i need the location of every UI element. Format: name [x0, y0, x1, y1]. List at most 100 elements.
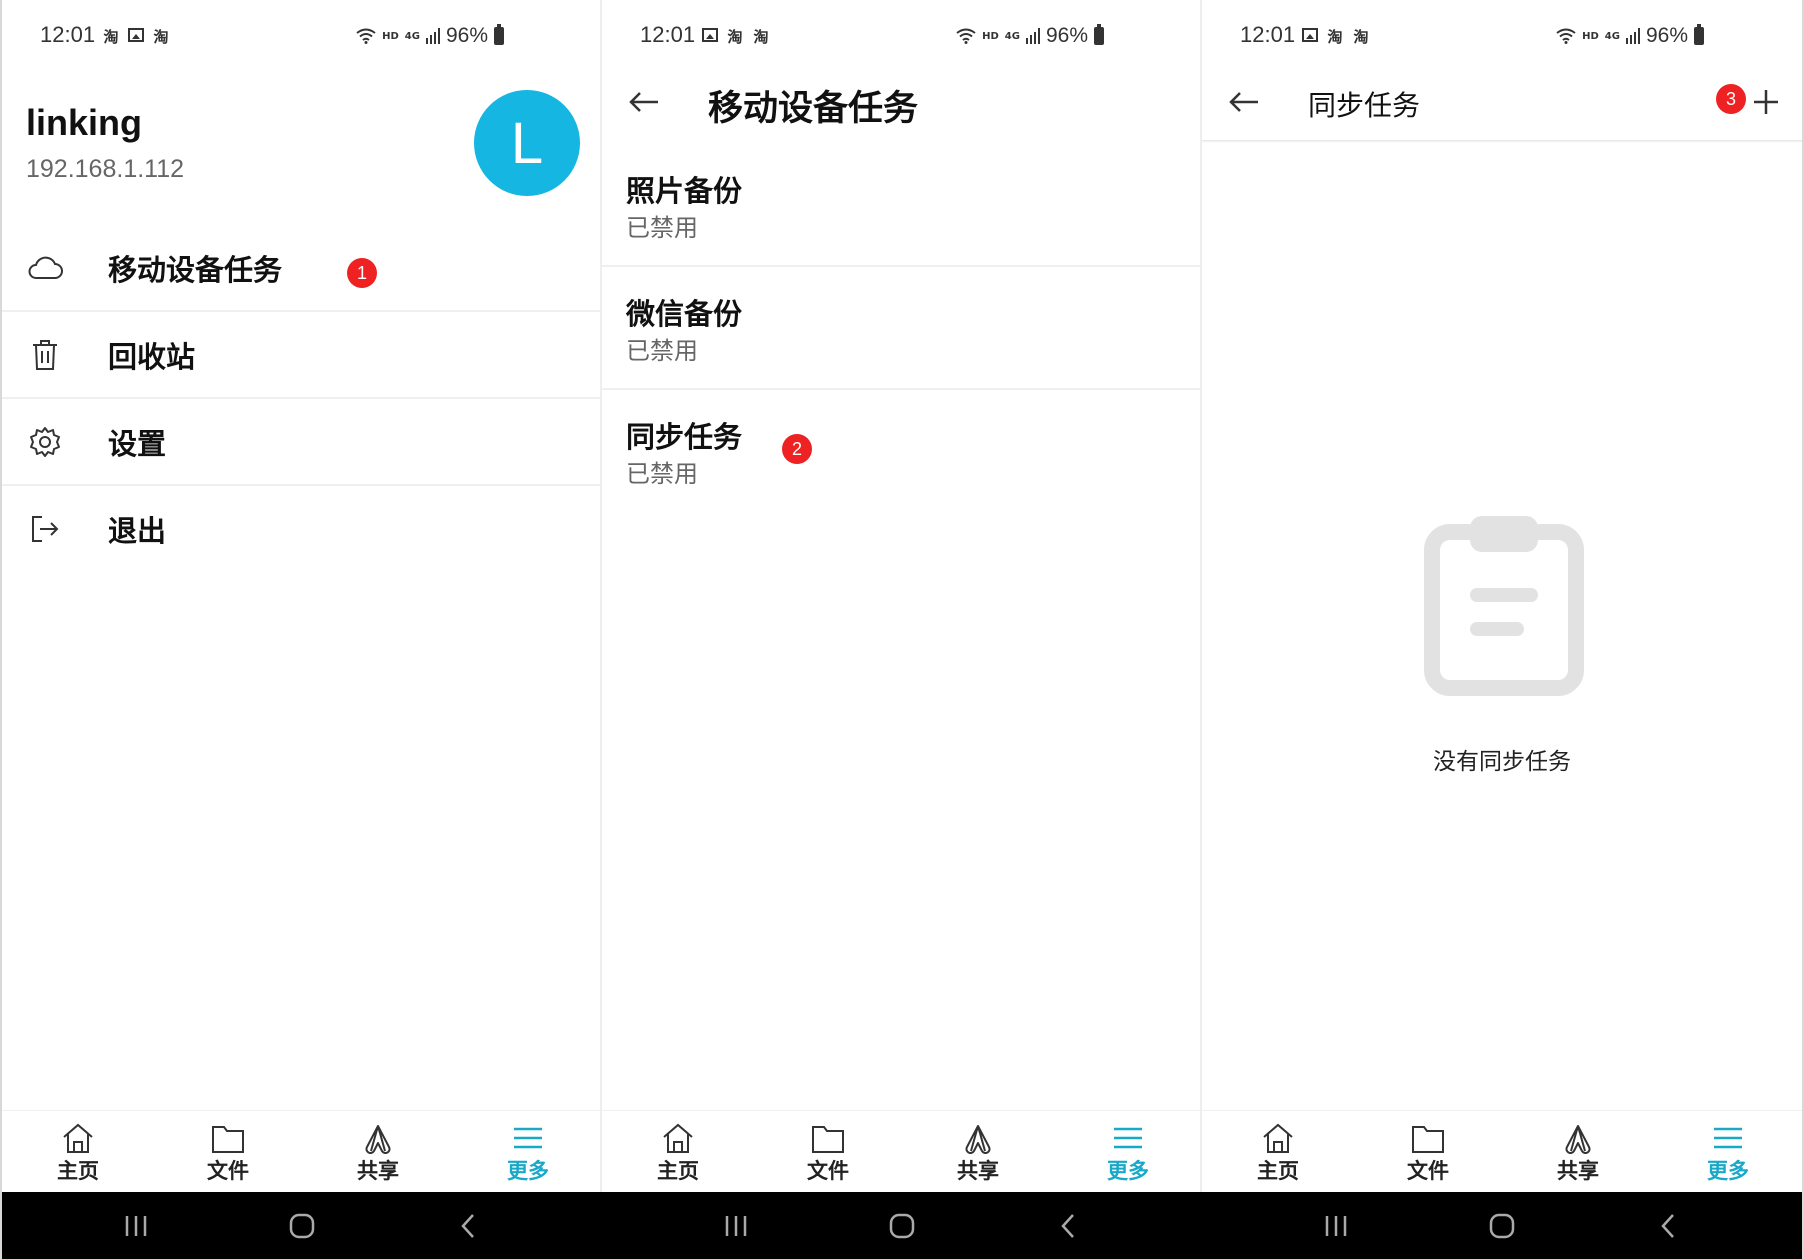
task-item-photo-backup[interactable]: 照片备份 已禁用: [602, 144, 1202, 267]
nav-label: 更多: [1707, 1159, 1749, 1183]
menu-item-logout[interactable]: 退出: [2, 486, 602, 573]
task-item-sync-task[interactable]: 同步任务 已禁用 2: [602, 390, 1202, 513]
mobile-tasks-screen: 12:01 淘 淘 HD 4G 96% 移动设备任务 照片备份 已禁用 微信备份…: [602, 0, 1202, 1259]
nav-files[interactable]: 文件: [188, 1121, 268, 1185]
status-time: 12:01: [40, 22, 96, 47]
taobao-notification-icon: 淘: [1327, 28, 1343, 46]
menu-item-recycle-bin[interactable]: 回收站: [2, 312, 602, 399]
more-screen: 12:01 淘 淘 HD 4G 96% linking 192.168.1.11…: [2, 0, 602, 1259]
nav-share[interactable]: 共享: [938, 1121, 1018, 1185]
battery-percent: 96%: [445, 24, 488, 47]
nav-share[interactable]: 共享: [1538, 1121, 1618, 1185]
nav-home[interactable]: 主页: [38, 1121, 118, 1185]
back-arrow-icon: [1229, 92, 1258, 112]
status-bar: 12:01 淘 淘 HD 4G 96%: [602, 0, 1202, 72]
task-status: 已禁用: [626, 337, 698, 365]
home-button[interactable]: [282, 1210, 322, 1242]
add-task-button[interactable]: [1748, 84, 1784, 120]
system-status: HD 4G 96%: [1556, 24, 1704, 48]
home-button[interactable]: [882, 1210, 922, 1242]
signal-icon: [1025, 28, 1040, 44]
home-circle-icon: [289, 1213, 315, 1239]
task-status: 已禁用: [626, 214, 698, 242]
back-arrow-button[interactable]: [624, 82, 664, 122]
menu-icon: [1114, 1127, 1142, 1149]
nav-home[interactable]: 主页: [1238, 1121, 1318, 1185]
empty-state-text: 没有同步任务: [1433, 749, 1571, 775]
menu-icon: [514, 1127, 542, 1149]
nav-label: 主页: [57, 1159, 99, 1183]
recent-apps-button[interactable]: [1316, 1210, 1356, 1242]
folder-icon: [1412, 1126, 1444, 1153]
taobao-notification-icon: 淘: [1353, 28, 1369, 46]
page-title: 同步任务: [1308, 89, 1421, 122]
back-button[interactable]: [1648, 1210, 1688, 1242]
nav-files[interactable]: 文件: [1388, 1121, 1468, 1185]
wifi-icon: [356, 28, 376, 44]
recent-apps-icon: [1325, 1216, 1347, 1236]
nav-label: 共享: [357, 1159, 399, 1183]
menu-item-mobile-tasks[interactable]: 移动设备任务 1: [2, 225, 602, 312]
nav-label: 文件: [1407, 1159, 1449, 1183]
back-chevron-icon: [1661, 1214, 1674, 1238]
account-ip: 192.168.1.112: [26, 155, 185, 183]
battery-icon: [1094, 24, 1104, 45]
menu-item-label: 回收站: [108, 340, 196, 374]
image-notification-icon: [128, 28, 144, 42]
taobao-notification-icon: 淘: [103, 28, 119, 46]
annotation-badge: 1: [347, 258, 377, 288]
nav-more[interactable]: 更多: [1688, 1121, 1768, 1185]
home-button[interactable]: [1482, 1210, 1522, 1242]
nav-share[interactable]: 共享: [338, 1121, 418, 1185]
nav-more[interactable]: 更多: [488, 1121, 568, 1185]
task-item-wechat-backup[interactable]: 微信备份 已禁用: [602, 267, 1202, 390]
nav-more[interactable]: 更多: [1088, 1121, 1168, 1185]
recent-apps-icon: [125, 1216, 147, 1236]
nav-label: 主页: [1257, 1159, 1299, 1183]
recent-apps-button[interactable]: [716, 1210, 756, 1242]
annotation-badge: 2: [782, 434, 812, 464]
folder-icon: [212, 1126, 244, 1153]
status-bar: 12:01 淘 淘 HD 4G 96%: [1202, 0, 1802, 72]
menu-item-label: 设置: [108, 427, 167, 461]
task-name: 照片备份: [626, 174, 743, 208]
image-notification-icon: [1302, 28, 1318, 42]
network-type: 4G: [404, 30, 420, 42]
status-time: 12:01: [640, 22, 696, 47]
nav-label: 主页: [657, 1159, 699, 1183]
nav-label: 文件: [207, 1159, 249, 1183]
bottom-nav: 主页 文件 共享 更多: [602, 1110, 1202, 1192]
share-icon: [365, 1125, 391, 1154]
system-status: HD 4G 96%: [356, 24, 504, 48]
home-icon: [1263, 1123, 1293, 1153]
page-title: 移动设备任务: [708, 89, 919, 129]
image-notification-icon: [702, 28, 718, 42]
task-status: 已禁用: [626, 460, 698, 488]
system-nav-bar: [2, 1192, 602, 1259]
back-arrow-button[interactable]: [1224, 82, 1264, 122]
back-button[interactable]: [448, 1210, 488, 1242]
nav-home[interactable]: 主页: [638, 1121, 718, 1185]
battery-icon: [494, 24, 504, 45]
home-icon: [663, 1123, 693, 1153]
hd-voice-icon: HD: [982, 30, 999, 42]
menu-icon: [1714, 1127, 1742, 1149]
sync-tasks-screen: 12:01 淘 淘 HD 4G 96% 同步任务 3 没有同步任务 主页 文件 …: [1202, 0, 1802, 1259]
gear-icon: [26, 423, 64, 461]
back-button[interactable]: [1048, 1210, 1088, 1242]
task-name: 同步任务: [626, 420, 743, 454]
recent-apps-button[interactable]: [116, 1210, 156, 1242]
home-circle-icon: [889, 1213, 915, 1239]
system-status: HD 4G 96%: [956, 24, 1104, 48]
nav-label: 共享: [957, 1159, 999, 1183]
menu-item-label: 移动设备任务: [108, 253, 283, 287]
avatar[interactable]: L: [474, 90, 580, 196]
share-icon: [965, 1125, 991, 1154]
home-icon: [63, 1123, 93, 1153]
menu-item-label: 退出: [108, 514, 167, 548]
menu-item-settings[interactable]: 设置: [2, 399, 602, 486]
plus-icon: [1754, 90, 1778, 114]
nav-files[interactable]: 文件: [788, 1121, 868, 1185]
battery-percent: 96%: [1045, 24, 1088, 47]
battery-percent: 96%: [1645, 24, 1688, 47]
